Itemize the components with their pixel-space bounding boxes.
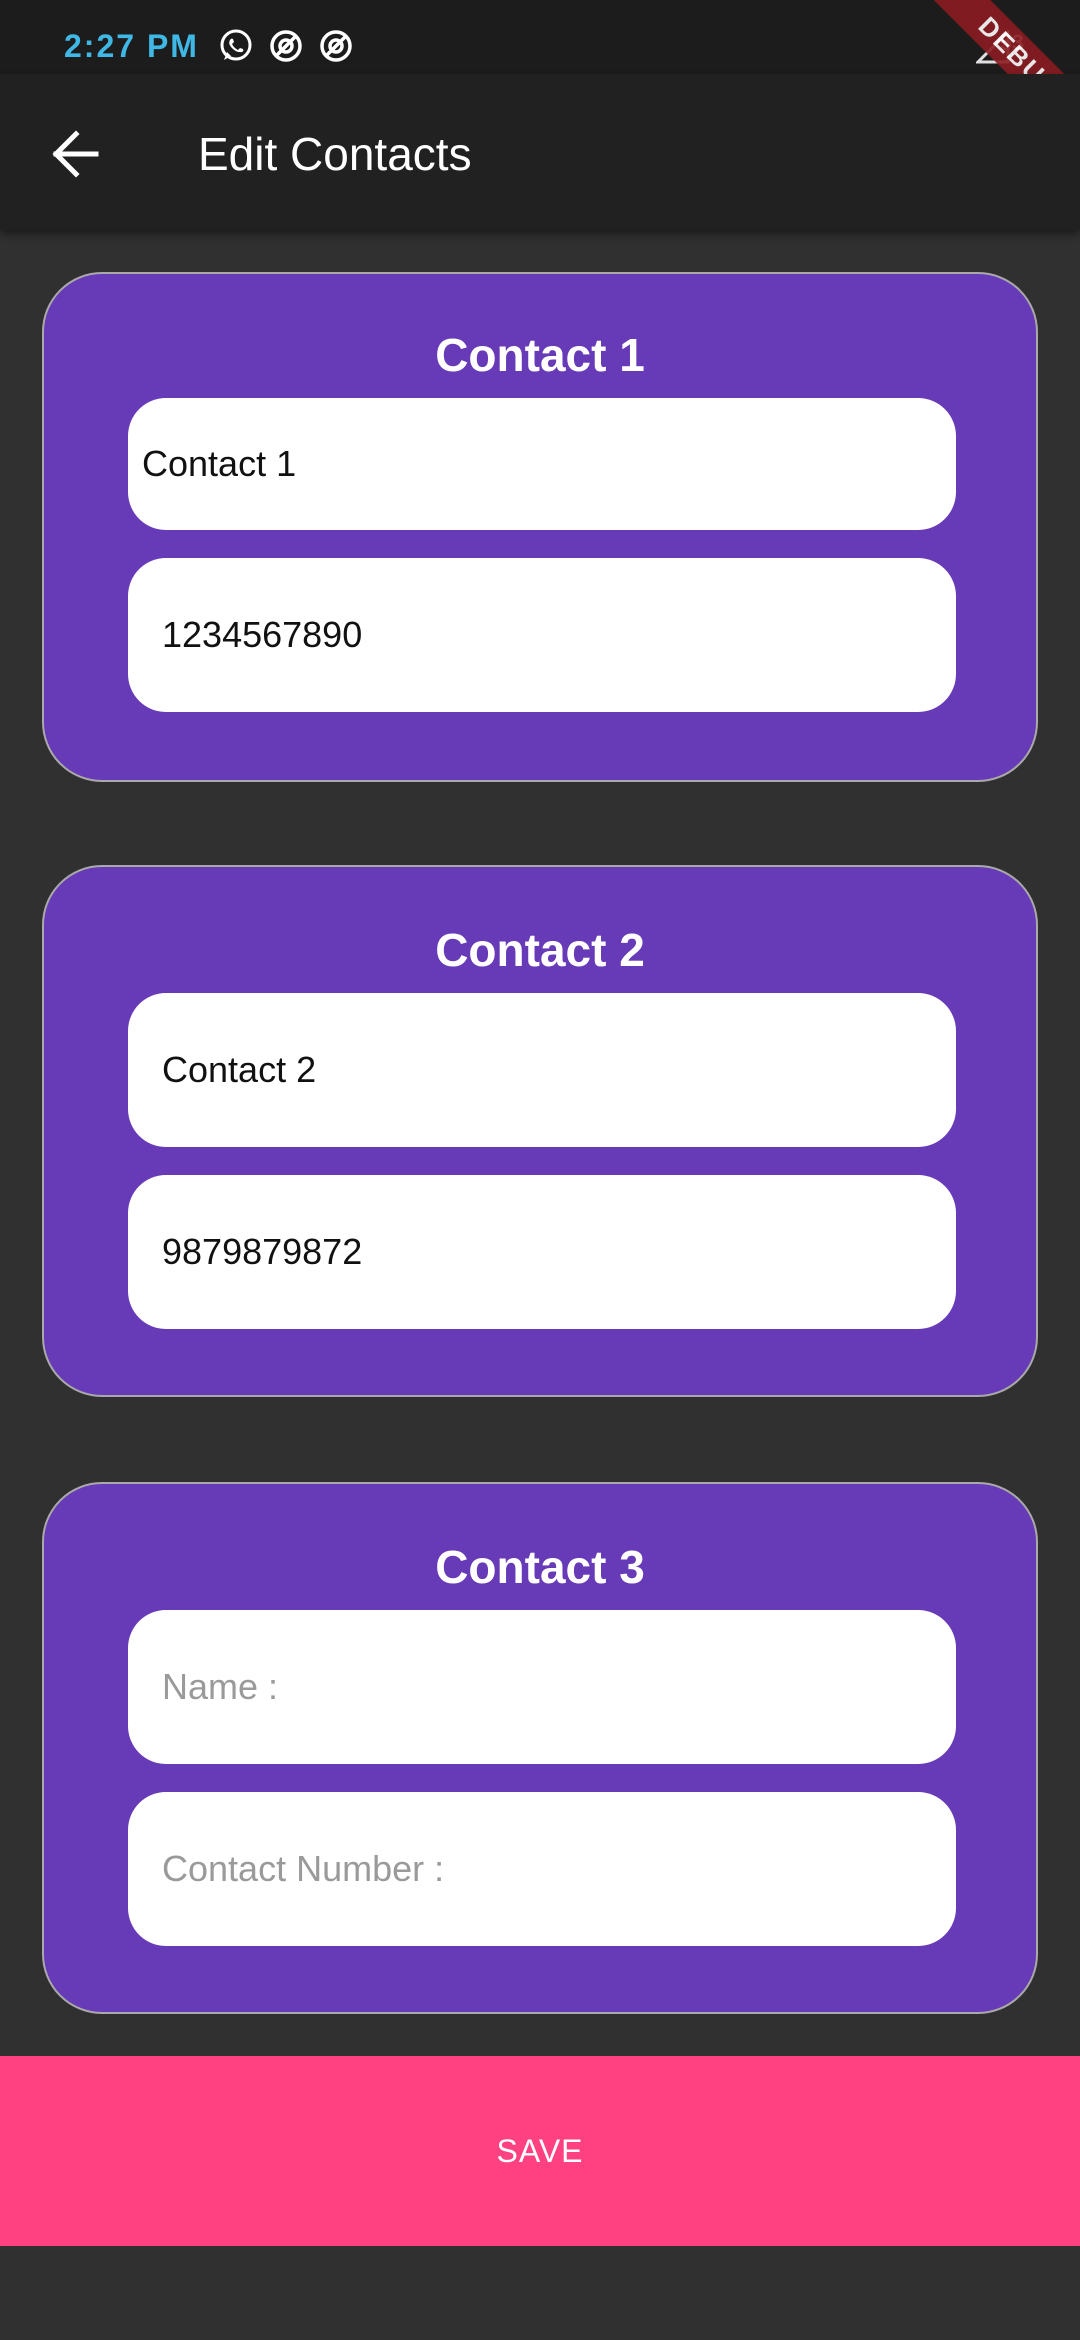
contact-card-title: Contact 1 xyxy=(435,329,645,381)
number-field-container xyxy=(128,1175,956,1329)
name-field-container xyxy=(128,993,956,1147)
notification-icon xyxy=(320,30,352,62)
status-time-ampm: PM xyxy=(146,28,199,64)
back-button[interactable] xyxy=(40,118,112,190)
number-field-container xyxy=(128,1792,956,1946)
contact-number-input[interactable] xyxy=(128,1175,956,1329)
save-button[interactable]: SAVE xyxy=(0,2056,1080,2246)
contact-number-input[interactable] xyxy=(128,558,956,712)
contact-card-title: Contact 2 xyxy=(435,924,645,976)
name-input[interactable] xyxy=(128,1610,956,1764)
status-time: 2:27 PM xyxy=(64,28,199,64)
arrow-back-icon xyxy=(52,130,99,178)
contact-number-input[interactable] xyxy=(128,1792,956,1946)
name-input[interactable] xyxy=(128,398,956,530)
notification-icon xyxy=(270,30,302,62)
status-time-value: 2:27 xyxy=(64,28,137,64)
status-bar: 2:27 PM 53 xyxy=(0,0,1080,74)
name-input[interactable] xyxy=(128,993,956,1147)
number-field-container xyxy=(128,558,956,712)
app-bar: Edit Contacts xyxy=(0,74,1080,230)
name-field-container xyxy=(128,398,956,530)
name-field-container xyxy=(128,1610,956,1764)
contact-card-1: Contact 1 xyxy=(42,272,1038,782)
page-title: Edit Contacts xyxy=(198,128,472,180)
contact-card-2: Contact 2 xyxy=(42,865,1038,1397)
contact-card-title: Contact 3 xyxy=(435,1541,645,1593)
whatsapp-icon xyxy=(220,29,252,61)
contact-card-3: Contact 3 xyxy=(42,1482,1038,2014)
